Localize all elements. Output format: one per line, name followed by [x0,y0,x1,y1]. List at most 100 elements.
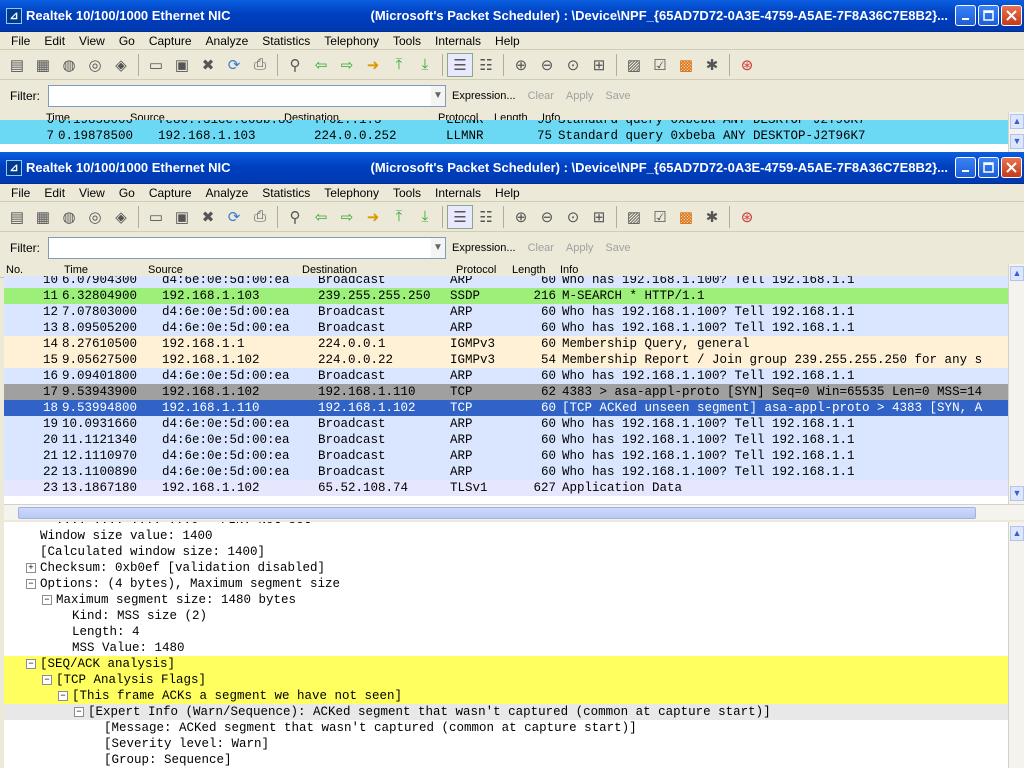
apply-button[interactable]: Apply [566,242,594,254]
expression-button[interactable]: Expression... [452,90,516,102]
display-filters-icon[interactable]: ☑ [647,205,673,229]
detail-tree-item[interactable]: + Checksum: 0xb0ef [validation disabled] [4,560,1008,576]
last-packet-icon[interactable]: ⤓ [412,205,438,229]
preferences-icon[interactable]: ✱ [699,53,725,77]
packet-row[interactable]: 11 6.32804900 192.168.1.103 239.255.255.250… [4,288,1008,304]
packet-row[interactable]: 22 13.1100890 d4:6e:0e:5d:00:ea Broadcast AR… [4,464,1008,480]
minimize-button[interactable] [955,5,976,26]
save-file-icon[interactable]: ▣ [169,205,195,229]
clear-button[interactable]: Clear [528,242,554,254]
capture-filters-icon[interactable]: ▨ [621,205,647,229]
maximize-button[interactable] [978,5,999,26]
go-to-packet-icon[interactable]: ➜ [360,205,386,229]
menu-edit[interactable]: Edit [37,186,72,200]
menu-help[interactable]: Help [488,34,527,48]
packet-row[interactable]: 18 9.53994800 192.168.1.110 192.168.1.102 TC… [4,400,1008,416]
find-packet-icon[interactable]: ⚲ [282,205,308,229]
go-back-icon[interactable]: ⇦ [308,53,334,77]
scroll-down-button[interactable]: ▼ [1010,486,1024,501]
coloring-rules-icon[interactable]: ▩ [673,53,699,77]
reload-icon[interactable]: ⟳ [221,205,247,229]
detail-tree-item[interactable]: − Maximum segment size: 1480 bytes [4,592,1008,608]
packet-row[interactable]: 21 12.1110970 d4:6e:0e:5d:00:ea Broadcast AR… [4,448,1008,464]
expression-button[interactable]: Expression... [452,242,516,254]
packet-row[interactable]: 17 9.53943900 192.168.1.102 192.168.1.110 TC… [4,384,1008,400]
detail-tree-item[interactable]: Length: 4 [4,624,1008,640]
auto-scroll-icon[interactable]: ☷ [473,205,499,229]
open-file-icon[interactable]: ▭ [143,53,169,77]
hscroll-thumb[interactable] [18,507,976,519]
last-packet-icon[interactable]: ⤓ [412,53,438,77]
normal-size-icon[interactable]: ⊙ [560,53,586,77]
options-icon[interactable]: ▦ [30,53,56,77]
options-icon[interactable]: ▦ [30,205,56,229]
auto-scroll-icon[interactable]: ☷ [473,53,499,77]
save-button[interactable]: Save [605,242,630,254]
close-button[interactable] [1001,5,1022,26]
column-header-info[interactable]: Info [560,264,578,276]
zoom-in-icon[interactable]: ⊕ [508,53,534,77]
packet-list-hscrollbar[interactable] [4,504,1024,520]
print-icon[interactable]: ⎙ [247,53,273,77]
close-file-icon[interactable]: ✖ [195,205,221,229]
first-packet-icon[interactable]: ⤒ [386,205,412,229]
packet-row[interactable]: 12 7.07803000 d4:6e:0e:5d:00:ea Broadcast AR… [4,304,1008,320]
menu-statistics[interactable]: Statistics [255,34,317,48]
menu-view[interactable]: View [72,186,112,200]
help-icon[interactable]: ⊛ [734,205,760,229]
colorize-icon[interactable]: ☰ [447,204,473,229]
column-header-no[interactable]: No. [6,264,23,276]
menu-tools[interactable]: Tools [386,186,428,200]
close-file-icon[interactable]: ✖ [195,53,221,77]
column-header-time[interactable]: Time [64,264,88,276]
resize-columns-icon[interactable]: ⊞ [586,53,612,77]
packet-row[interactable]: 6 0.19858000 fe80::31ce:c08b:8c ff02::1:3 LL… [0,120,1008,128]
apply-button[interactable]: Apply [566,90,594,102]
packet-row[interactable]: 14 8.27610500 192.168.1.1 224.0.0.1 IGMPv3 60… [4,336,1008,352]
go-forward-icon[interactable]: ⇨ [334,53,360,77]
packet-row[interactable]: 20 11.1121340 d4:6e:0e:5d:00:ea Broadcast AR… [4,432,1008,448]
minimize-button[interactable] [955,157,976,178]
save-button[interactable]: Save [605,90,630,102]
column-header-length[interactable]: Length [512,264,546,276]
menu-tools[interactable]: Tools [386,34,428,48]
column-header-protocol[interactable]: Protocol [456,264,496,276]
detail-tree-item[interactable]: [Message: ACKed segment that wasn't capt… [4,720,1008,736]
detail-tree-item[interactable]: Kind: MSS size (2) [4,608,1008,624]
menu-telephony[interactable]: Telephony [317,34,386,48]
normal-size-icon[interactable]: ⊙ [560,205,586,229]
filter-dropdown-button[interactable]: ▼ [431,86,445,106]
go-forward-icon[interactable]: ⇨ [334,205,360,229]
menu-analyze[interactable]: Analyze [199,34,256,48]
interfaces-icon[interactable]: ▤ [4,205,30,229]
go-to-packet-icon[interactable]: ➜ [360,53,386,77]
open-file-icon[interactable]: ▭ [143,205,169,229]
scroll-up-button[interactable]: ▲ [1010,114,1024,129]
packet-row[interactable]: 16 9.09401800 d4:6e:0e:5d:00:ea Broadcast AR… [4,368,1008,384]
detail-tree-item[interactable]: Window size value: 1400 [4,528,1008,544]
menu-help[interactable]: Help [488,186,527,200]
menu-capture[interactable]: Capture [142,186,199,200]
zoom-out-icon[interactable]: ⊖ [534,53,560,77]
detail-tree-item[interactable]: [Calculated window size: 1400] [4,544,1008,560]
title-bar[interactable]: ⊿ Realtek 10/100/1000 Ethernet NIC (Micr… [0,152,1024,184]
filter-dropdown-button[interactable]: ▼ [431,238,445,258]
detail-tree-item[interactable]: − [Expert Info (Warn/Sequence): ACKed seg… [4,704,1008,720]
interfaces-icon[interactable]: ▤ [4,53,30,77]
restart-capture-icon[interactable]: ◈ [108,53,134,77]
column-header-destination[interactable]: Destination [302,264,357,276]
packet-row[interactable]: 10 6.07904300 d4:6e:0e:5d:00:ea Broadcast AR… [4,276,1008,288]
zoom-out-icon[interactable]: ⊖ [534,205,560,229]
packet-row[interactable]: 23 13.1867180 192.168.1.102 65.52.108.74 TLS… [4,480,1008,496]
start-capture-icon[interactable]: ◍ [56,205,82,229]
menu-file[interactable]: File [4,34,37,48]
expand-icon[interactable]: + [26,563,36,573]
title-bar[interactable]: ⊿ Realtek 10/100/1000 Ethernet NIC (Micr… [0,0,1024,32]
menu-view[interactable]: View [72,34,112,48]
stop-capture-icon[interactable]: ◎ [82,205,108,229]
collapse-icon[interactable]: − [26,659,36,669]
packet-row[interactable]: 13 8.09505200 d4:6e:0e:5d:00:ea Broadcast AR… [4,320,1008,336]
detail-tree-item[interactable]: − [This frame ACKs a segment we have not … [4,688,1008,704]
detail-tree-item[interactable]: − [TCP Analysis Flags] [4,672,1008,688]
preferences-icon[interactable]: ✱ [699,205,725,229]
